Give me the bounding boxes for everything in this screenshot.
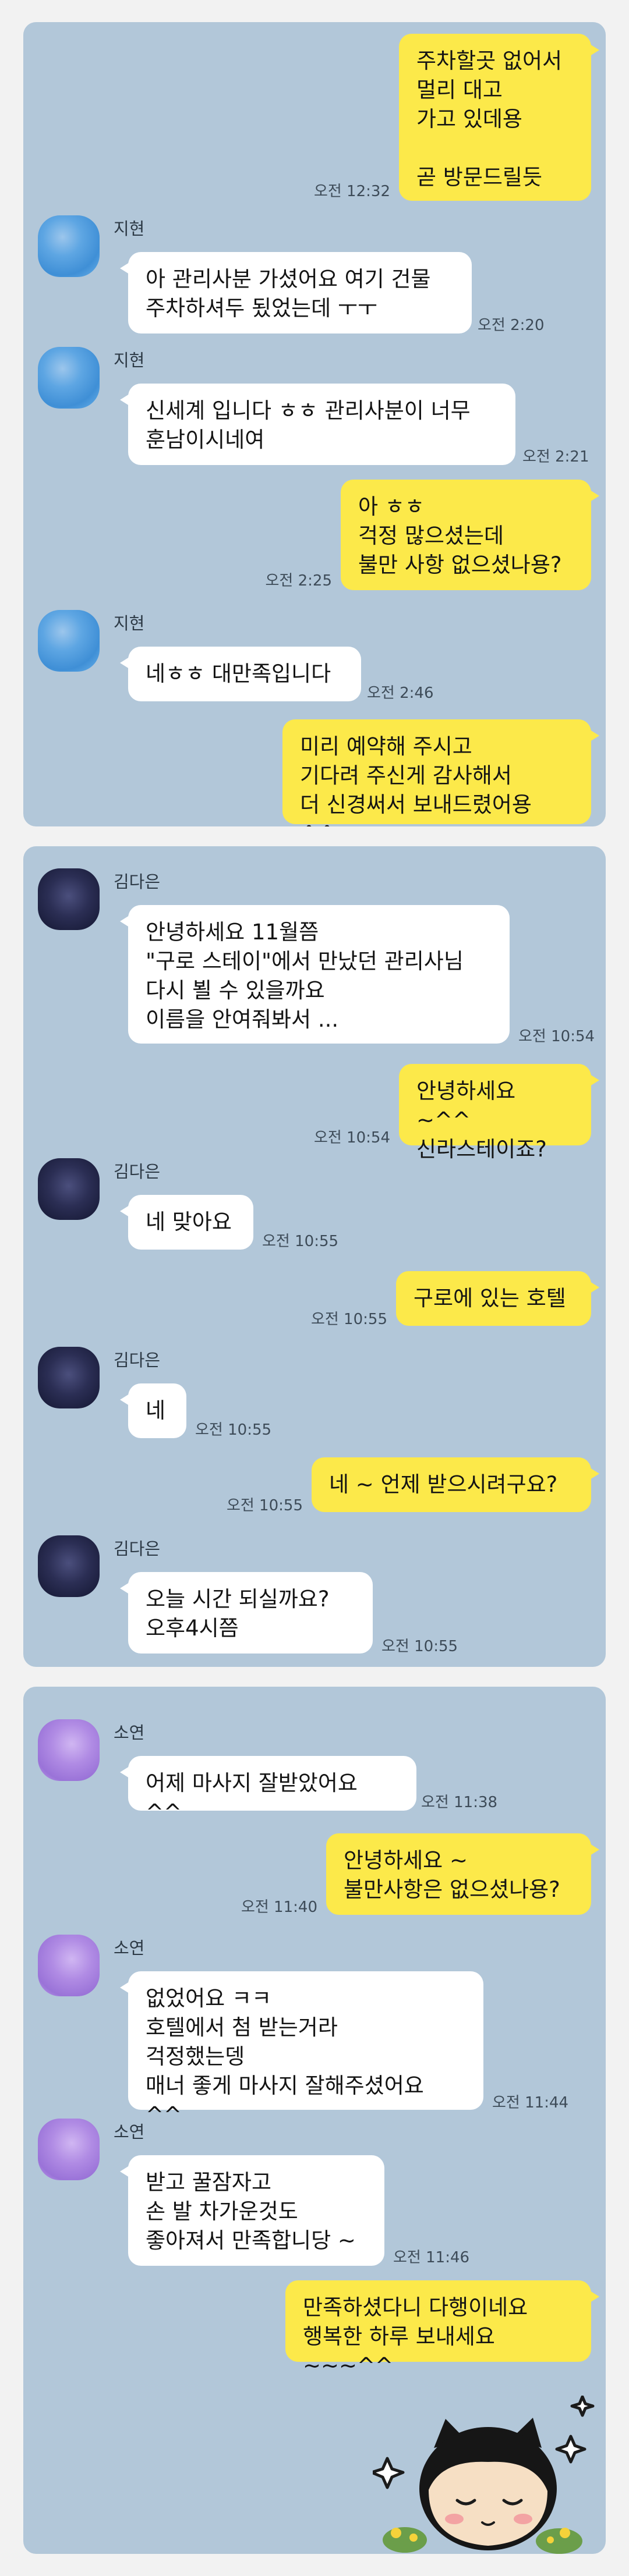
- chat-screenshot-1: 주차할곳 없어서 멀리 대고 가고 있데용 곧 방문드릴듯 오전 12:32 지…: [23, 22, 606, 826]
- message-time: 오전 10:54: [518, 1028, 595, 1045]
- outgoing-message-bubble[interactable]: 주차할곳 없어서 멀리 대고 가고 있데용 곧 방문드릴듯: [399, 34, 599, 201]
- outgoing-message-bubble[interactable]: 아 ㅎㅎ 걱정 많으셨는데 불만 사항 없으셨나용?: [341, 480, 599, 590]
- message-time: 오전 11:40: [241, 1899, 317, 1916]
- message-time: 오전 12:32: [313, 183, 390, 200]
- message-time: 오전 10:55: [262, 1233, 339, 1250]
- outgoing-message-bubble[interactable]: 구로에 있는 호텔: [396, 1271, 599, 1326]
- message-time: 오전 10:55: [381, 1638, 458, 1655]
- message-time: 오전 11:44: [492, 2094, 569, 2112]
- sender-name: 지현: [114, 219, 145, 239]
- sender-name: 김다은: [114, 872, 161, 892]
- outgoing-message-bubble[interactable]: 만족하셨다니 다행이네요 행복한 하루 보내세요 ~~~^^: [285, 2280, 599, 2378]
- incoming-message-bubble[interactable]: 오늘 시간 되실까요? 오후4시쯤: [120, 1572, 373, 1654]
- sender-name: 지현: [114, 350, 145, 370]
- avatar-kimdaeun[interactable]: [38, 1347, 100, 1408]
- sender-name: 지현: [114, 613, 145, 633]
- avatar-kimdaeun[interactable]: [38, 868, 100, 930]
- message-time: 오전 10:55: [226, 1497, 303, 1514]
- incoming-message-bubble[interactable]: 아 관리사분 가셨어요 여기 건물 주차하셔두 됬었는데 ㅜㅜ: [120, 252, 472, 333]
- incoming-message-bubble[interactable]: 신세계 입니다 ㅎㅎ 관리사분이 너무 훈남이시네여: [120, 384, 515, 465]
- chat-screenshot-3: 소연 어제 마사지 잘받았어요 ^^ 오전 11:38 안녕하세요 ~ 불만사항…: [23, 1687, 606, 2554]
- outgoing-message-bubble[interactable]: 네 ~ 언제 받으시려구요?: [312, 1457, 599, 1512]
- message-time: 오전 11:46: [393, 2249, 470, 2266]
- incoming-message-bubble[interactable]: 안녕하세요 11월쯤 "구로 스테이"에서 만났던 관리사님 다시 뵐 수 있을…: [120, 905, 510, 1044]
- chat-screenshot-2: 김다은 안녕하세요 11월쯤 "구로 스테이"에서 만났던 관리사님 다시 뵐 …: [23, 846, 606, 1667]
- message-time: 오전 11:38: [421, 1794, 498, 1811]
- avatar-kimdaeun[interactable]: [38, 1158, 100, 1220]
- outgoing-message-bubble[interactable]: 안녕하세요 ~^^ 신라스테이죠?: [399, 1064, 599, 1162]
- outgoing-message-bubble[interactable]: 미리 예약해 주시고 기다려 주신게 감사해서 더 신경써서 보내드렸어용 ^^: [282, 719, 599, 826]
- message-time: 오전 2:25: [265, 572, 333, 590]
- message-time: 오전 2:21: [522, 448, 589, 466]
- message-time: 오전 10:54: [313, 1129, 390, 1147]
- sender-name: 소연: [114, 1938, 145, 1958]
- avatar-soyeon[interactable]: [38, 1719, 100, 1781]
- incoming-message-bubble[interactable]: 네 맞아요: [120, 1195, 253, 1250]
- incoming-message-bubble[interactable]: 받고 꿀잠자고 손 발 차가운것도 좋아져서 만족합니당 ~: [120, 2155, 384, 2266]
- avatar-soyeon[interactable]: [38, 2119, 100, 2180]
- sender-name: 김다은: [114, 1539, 161, 1559]
- sender-name: 소연: [114, 1723, 145, 1743]
- avatar-jihyun[interactable]: [38, 215, 100, 277]
- incoming-message-bubble[interactable]: 없었어요 ㅋㅋ 호텔에서 첨 받는거라 걱정했는뎅 매너 좋게 마사지 잘해주셨…: [120, 1971, 483, 2127]
- character-sticker[interactable]: [373, 2396, 600, 2554]
- message-time: 오전 2:20: [478, 317, 545, 334]
- outgoing-message-bubble[interactable]: 안녕하세요 ~ 불만사항은 없으셨나용?: [326, 1833, 599, 1915]
- avatar-jihyun[interactable]: [38, 610, 100, 672]
- message-time: 오전 2:46: [367, 684, 434, 702]
- incoming-message-bubble[interactable]: 어제 마사지 잘받았어요 ^^: [120, 1756, 416, 1825]
- sender-name: 김다은: [114, 1162, 161, 1181]
- incoming-message-bubble[interactable]: 네ㅎㅎ 대만족입니다: [120, 647, 361, 701]
- message-time: 오전 10:55: [310, 1311, 387, 1328]
- avatar-kimdaeun[interactable]: [38, 1535, 100, 1597]
- avatar-jihyun[interactable]: [38, 347, 100, 409]
- sender-name: 소연: [114, 2122, 145, 2142]
- message-time: 오전 10:55: [195, 1421, 272, 1439]
- avatar-soyeon[interactable]: [38, 1935, 100, 1996]
- sender-name: 김다은: [114, 1350, 161, 1370]
- incoming-message-bubble[interactable]: 네: [120, 1383, 186, 1438]
